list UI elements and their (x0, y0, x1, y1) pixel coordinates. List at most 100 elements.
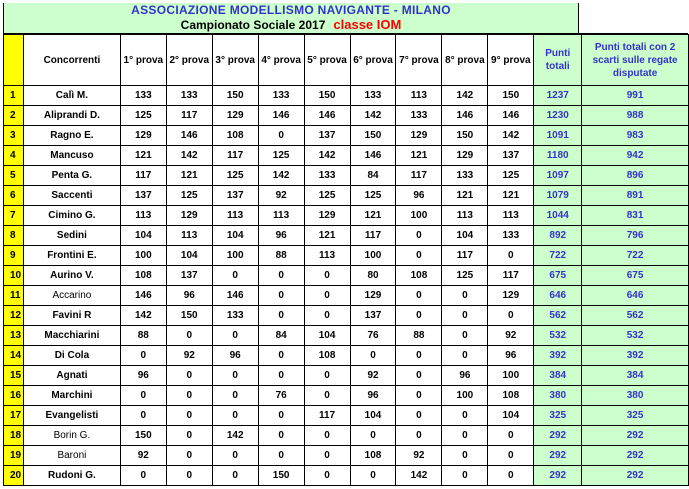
prova-6-score-cell[interactable]: 125 (349, 185, 397, 206)
prova-2-score-cell[interactable]: 142 (165, 145, 213, 166)
prova-5-score-cell[interactable]: 0 (303, 285, 351, 306)
rank-cell[interactable]: 5 (3, 165, 24, 186)
prova-4-score-cell[interactable]: 76 (257, 385, 305, 406)
prova-7-score-cell[interactable]: 88 (395, 325, 443, 346)
punti-totali-cell[interactable]: 646 (533, 285, 583, 306)
prova-1-score-cell[interactable]: 117 (119, 165, 167, 186)
rank-cell[interactable]: 17 (3, 405, 24, 426)
rank-cell[interactable]: 13 (3, 325, 24, 346)
prova-8-score-cell[interactable]: 0 (441, 345, 489, 366)
prova-3-score-cell[interactable]: 0 (211, 405, 259, 426)
prova-6-score-cell[interactable]: 76 (349, 325, 397, 346)
prova-4-score-cell[interactable]: 0 (257, 445, 305, 466)
prova-9-score-cell[interactable]: 146 (487, 105, 535, 126)
prova-9-score-cell[interactable]: 150 (487, 85, 535, 106)
prova-4-score-cell[interactable]: 146 (257, 105, 305, 126)
prova-5-score-cell[interactable]: 0 (303, 365, 351, 386)
prova-6-score-cell[interactable]: 117 (349, 225, 397, 246)
prova-5-score-cell[interactable]: 146 (303, 105, 351, 126)
prova-9-score-cell[interactable]: 96 (487, 345, 535, 366)
prova-5-score-cell[interactable]: 0 (303, 425, 351, 446)
prova-1-score-cell[interactable]: 150 (119, 425, 167, 446)
prova-2-score-cell[interactable]: 0 (165, 385, 213, 406)
prova-9-score-cell[interactable]: 104 (487, 405, 535, 426)
prova-4-score-cell[interactable]: 84 (257, 325, 305, 346)
punti-scarti-cell[interactable]: 896 (581, 165, 689, 186)
prova-1-score-cell[interactable]: 0 (119, 465, 167, 486)
prova-8-score-cell[interactable]: 0 (441, 305, 489, 326)
prova-1-score-cell[interactable]: 0 (119, 405, 167, 426)
prova-7-score-cell[interactable]: 142 (395, 465, 443, 486)
punti-scarti-cell[interactable]: 988 (581, 105, 689, 126)
prova-7-score-cell[interactable]: 100 (395, 205, 443, 226)
prova-2-score-cell[interactable]: 146 (165, 125, 213, 146)
punti-scarti-cell[interactable]: 831 (581, 205, 689, 226)
rank-cell[interactable]: 15 (3, 365, 24, 386)
prova-6-score-cell[interactable]: 0 (349, 425, 397, 446)
punti-totali-cell[interactable]: 722 (533, 245, 583, 266)
punti-totali-cell[interactable]: 532 (533, 325, 583, 346)
prova-6-score-cell[interactable]: 146 (349, 145, 397, 166)
competitor-name-cell[interactable]: Macchiarini (22, 325, 121, 346)
prova-5-score-cell[interactable]: 0 (303, 465, 351, 486)
prova-1-score-cell[interactable]: 96 (119, 365, 167, 386)
prova-8-score-cell[interactable]: 133 (441, 165, 489, 186)
prova-4-score-cell[interactable]: 150 (257, 465, 305, 486)
punti-totali-cell[interactable]: 562 (533, 305, 583, 326)
competitor-name-cell[interactable]: Sedini (22, 225, 121, 246)
prova-5-score-cell[interactable]: 0 (303, 445, 351, 466)
competitor-name-cell[interactable]: Borin G. (22, 425, 121, 446)
prova-3-score-cell[interactable]: 137 (211, 185, 259, 206)
prova-8-score-cell[interactable]: 0 (441, 465, 489, 486)
punti-scarti-cell[interactable]: 292 (581, 425, 689, 446)
prova-4-score-cell[interactable]: 113 (257, 205, 305, 226)
punti-totali-cell[interactable]: 892 (533, 225, 583, 246)
prova-4-score-cell[interactable]: 0 (257, 285, 305, 306)
rank-cell[interactable]: 6 (3, 185, 24, 206)
competitor-name-cell[interactable]: Aliprandi D. (22, 105, 121, 126)
prova-5-score-cell[interactable]: 121 (303, 225, 351, 246)
prova-8-score-cell[interactable]: 0 (441, 445, 489, 466)
competitor-name-cell[interactable]: Agnati (22, 365, 121, 386)
prova-2-score-cell[interactable]: 133 (165, 85, 213, 106)
punti-totali-cell[interactable]: 292 (533, 465, 583, 486)
competitor-name-cell[interactable]: Accarino (22, 285, 121, 306)
prova-9-score-cell[interactable]: 100 (487, 365, 535, 386)
prova-1-score-cell[interactable]: 125 (119, 105, 167, 126)
punti-scarti-cell[interactable]: 891 (581, 185, 689, 206)
punti-scarti-cell[interactable]: 722 (581, 245, 689, 266)
punti-totali-cell[interactable]: 1079 (533, 185, 583, 206)
prova-5-score-cell[interactable]: 108 (303, 345, 351, 366)
prova-6-score-cell[interactable]: 142 (349, 105, 397, 126)
prova-5-score-cell[interactable]: 113 (303, 245, 351, 266)
prova-9-score-cell[interactable]: 117 (487, 265, 535, 286)
prova-8-score-cell[interactable]: 150 (441, 125, 489, 146)
prova-3-score-cell[interactable]: 129 (211, 105, 259, 126)
prova-4-score-cell[interactable]: 96 (257, 225, 305, 246)
prova-4-score-cell[interactable]: 88 (257, 245, 305, 266)
prova-1-score-cell[interactable]: 133 (119, 85, 167, 106)
prova-2-score-cell[interactable]: 121 (165, 165, 213, 186)
prova-7-score-cell[interactable]: 121 (395, 145, 443, 166)
punti-totali-cell[interactable]: 380 (533, 385, 583, 406)
rank-cell[interactable]: 14 (3, 345, 24, 366)
punti-scarti-cell[interactable]: 380 (581, 385, 689, 406)
prova-6-score-cell[interactable]: 137 (349, 305, 397, 326)
prova-6-score-cell[interactable]: 121 (349, 205, 397, 226)
prova-3-score-cell[interactable]: 0 (211, 465, 259, 486)
prova-9-score-cell[interactable]: 0 (487, 445, 535, 466)
punti-scarti-cell[interactable]: 796 (581, 225, 689, 246)
prova-5-score-cell[interactable]: 117 (303, 405, 351, 426)
punti-scarti-cell[interactable]: 292 (581, 465, 689, 486)
prova-1-score-cell[interactable]: 121 (119, 145, 167, 166)
prova-3-score-cell[interactable]: 100 (211, 245, 259, 266)
competitor-name-cell[interactable]: Frontini E. (22, 245, 121, 266)
prova-5-score-cell[interactable]: 129 (303, 205, 351, 226)
prova-5-score-cell[interactable]: 0 (303, 305, 351, 326)
prova-4-score-cell[interactable]: 0 (257, 305, 305, 326)
prova-9-score-cell[interactable]: 125 (487, 165, 535, 186)
prova-9-score-cell[interactable]: 0 (487, 425, 535, 446)
prova-3-score-cell[interactable]: 0 (211, 365, 259, 386)
punti-totali-cell[interactable]: 1044 (533, 205, 583, 226)
punti-totali-cell[interactable]: 292 (533, 445, 583, 466)
